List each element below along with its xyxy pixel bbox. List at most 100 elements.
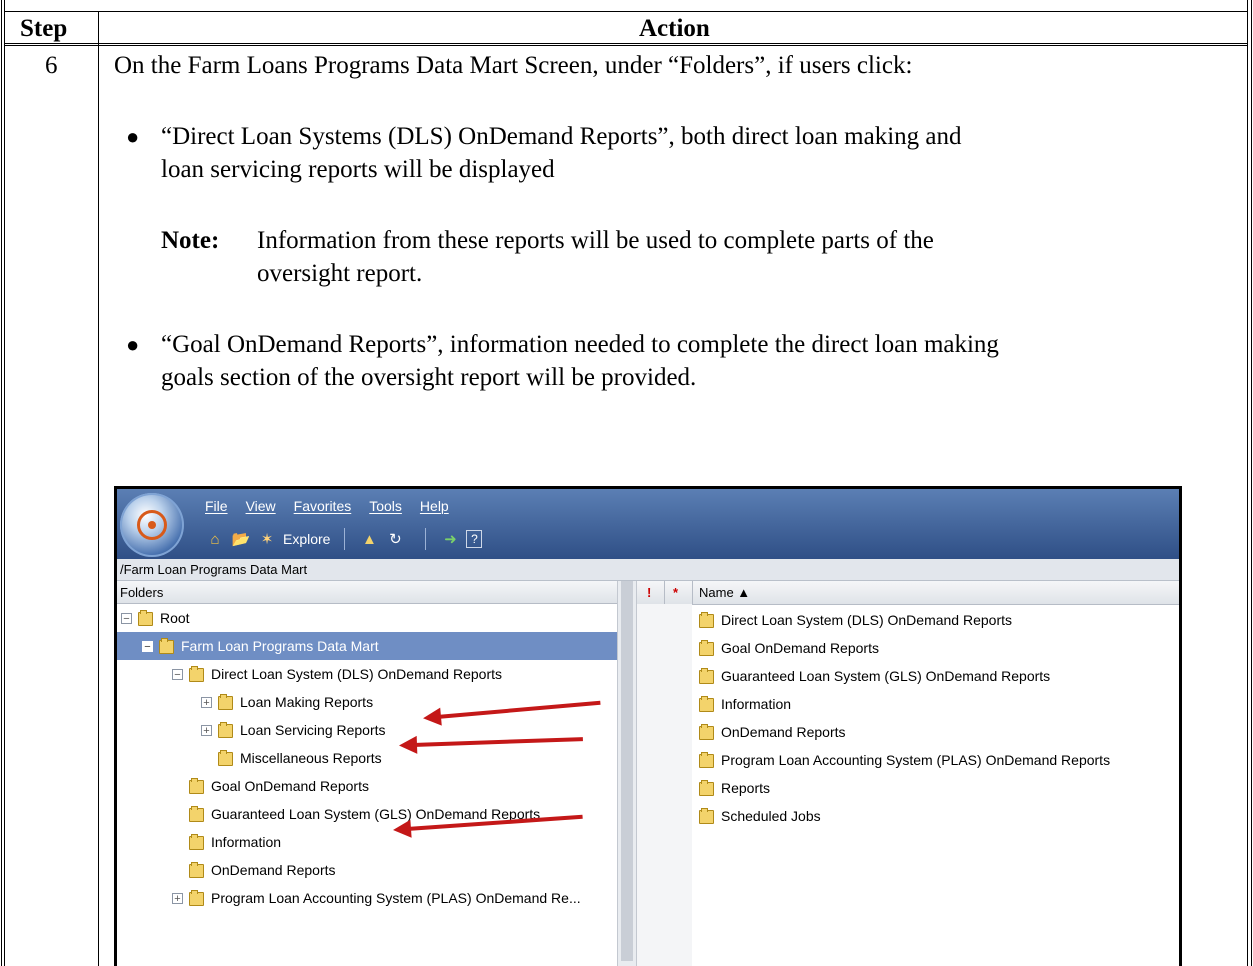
toolbar-separator: [344, 528, 346, 550]
priority-column-header[interactable]: !: [647, 581, 651, 604]
expand-icon[interactable]: +: [201, 724, 212, 736]
log-off-icon[interactable]: ➜: [440, 529, 460, 549]
tree-item-farm-loan-programs-data-mart[interactable]: − Farm Loan Programs Data Mart: [117, 632, 617, 660]
menu-help[interactable]: Help: [420, 498, 449, 514]
tree-item-ondemand-reports[interactable]: OnDemand Reports: [189, 856, 336, 884]
tree-item-loan-servicing-reports[interactable]: + Loan Servicing Reports: [201, 716, 386, 744]
tree-item-label: Loan Making Reports: [240, 694, 374, 710]
table-border-left: [1, 0, 5, 966]
help-icon[interactable]: ?: [466, 530, 483, 548]
folder-icon: [699, 779, 715, 797]
toolbar-separator: [425, 528, 427, 550]
folder-up-icon[interactable]: ▲: [359, 529, 379, 549]
bullet-2: ●: [126, 332, 140, 357]
folder-icon: [189, 777, 205, 795]
tree-item-label: Goal OnDemand Reports: [211, 778, 369, 794]
list-item-gls-ondemand-reports[interactable]: Guaranteed Loan System (GLS) OnDemand Re…: [699, 662, 1050, 690]
explore-button[interactable]: Explore: [283, 531, 330, 547]
note-label: Note:: [161, 227, 220, 254]
bullet-2-line-1: “Goal OnDemand Reports”, information nee…: [161, 331, 999, 358]
list-item-label: OnDemand Reports: [721, 724, 846, 740]
tree-item-label: Root: [160, 610, 190, 626]
list-item-information[interactable]: Information: [699, 690, 791, 718]
bullet-1-line-1: “Direct Loan Systems (DLS) OnDemand Repo…: [161, 123, 962, 150]
refresh-icon[interactable]: ↻: [385, 529, 405, 549]
bullet-2-line-2: goals section of the oversight report wi…: [161, 364, 697, 391]
tree-item-plas-ondemand-reports[interactable]: + Program Loan Accounting System (PLAS) …: [172, 884, 581, 912]
contents-pane: ! * Name ▲ Direct Loan System (DLS) OnDe…: [637, 581, 1179, 966]
folders-pane: Folders − Root − Farm Loan Programs Data…: [117, 581, 617, 966]
list-item-ondemand-reports[interactable]: OnDemand Reports: [699, 718, 846, 746]
list-item-label: Goal OnDemand Reports: [721, 640, 879, 656]
toolbar: ⌂ 📂 ✶ Explore ▲ ↻ ➜ ?: [205, 525, 488, 553]
tree-item-goal-ondemand-reports[interactable]: Goal OnDemand Reports: [189, 772, 369, 800]
step-number: 6: [45, 52, 58, 79]
table-border-right: [1247, 0, 1252, 966]
tree-item-label: Information: [211, 834, 282, 850]
tree-item-label: Miscellaneous Reports: [240, 750, 382, 766]
tree-item-information[interactable]: Information: [189, 828, 281, 856]
bullet-1-line-2: loan servicing reports will be displayed: [161, 156, 555, 183]
folder-icon: [189, 665, 205, 683]
list-item-label: Reports: [721, 780, 771, 796]
folders-scrollbar[interactable]: [617, 581, 637, 966]
tree-item-label: Program Loan Accounting System (PLAS) On…: [211, 890, 581, 906]
table-column-divider: [98, 11, 99, 966]
tree-item-loan-making-reports[interactable]: + Loan Making Reports: [201, 688, 373, 716]
tree-item-dls-ondemand-reports[interactable]: − Direct Loan System (DLS) OnDemand Repo…: [172, 660, 502, 688]
home-icon[interactable]: ⌂: [205, 529, 225, 549]
expand-icon[interactable]: +: [201, 696, 212, 708]
folder-icon: [138, 609, 154, 627]
header-action: Action: [639, 15, 710, 42]
list-header: ! * Name ▲: [637, 581, 1179, 605]
list-item-dls-ondemand-reports[interactable]: Direct Loan System (DLS) OnDemand Report…: [699, 606, 1012, 634]
expand-icon[interactable]: +: [172, 892, 183, 904]
collapse-icon[interactable]: −: [172, 668, 183, 680]
menu-tools[interactable]: Tools: [369, 498, 402, 514]
app-screenshot: File View Favorites Tools Help ⌂ 📂 ✶ Exp…: [114, 486, 1182, 966]
folder-icon: [218, 749, 234, 767]
folder-icon: [189, 833, 205, 851]
folder-icon: [699, 695, 715, 713]
menu-favorites[interactable]: Favorites: [294, 498, 352, 514]
app-logo-icon[interactable]: [120, 493, 184, 557]
note-line-1: Information from these reports will be u…: [257, 227, 934, 254]
tree-item-label: OnDemand Reports: [211, 862, 336, 878]
name-column-header[interactable]: Name ▲: [699, 581, 750, 604]
bullet-1: ●: [126, 124, 140, 149]
folder-icon: [189, 805, 205, 823]
list-item-label: Direct Loan System (DLS) OnDemand Report…: [721, 612, 1012, 628]
collapse-icon[interactable]: −: [121, 612, 132, 624]
tree-item-root[interactable]: − Root: [121, 604, 190, 632]
path-bar: /Farm Loan Programs Data Mart: [117, 559, 1179, 581]
open-folder-icon[interactable]: 📂: [231, 529, 251, 549]
folder-icon: [699, 723, 715, 741]
table-border-top: [5, 11, 1247, 12]
menu-view[interactable]: View: [246, 498, 276, 514]
list-item-label: Scheduled Jobs: [721, 808, 821, 824]
column-divider: [692, 581, 693, 604]
folder-icon: [699, 639, 715, 657]
list-item-plas-ondemand-reports[interactable]: Program Loan Accounting System (PLAS) On…: [699, 746, 1110, 774]
scroll-thumb[interactable]: [621, 581, 633, 961]
explore-icon[interactable]: ✶: [257, 529, 277, 549]
note-line-2: oversight report.: [257, 260, 423, 287]
folder-icon: [159, 637, 175, 655]
menu-file[interactable]: File: [205, 498, 228, 514]
folder-icon: [699, 807, 715, 825]
list-item-scheduled-jobs[interactable]: Scheduled Jobs: [699, 802, 821, 830]
list-gutter: [637, 604, 692, 966]
list-item-reports[interactable]: Reports: [699, 774, 770, 802]
tree-item-label: Direct Loan System (DLS) OnDemand Report…: [211, 666, 502, 682]
tree-item-miscellaneous-reports[interactable]: Miscellaneous Reports: [218, 744, 382, 772]
collapse-icon[interactable]: −: [142, 640, 153, 652]
folders-header: Folders: [117, 581, 617, 604]
table-header-divider: [5, 43, 1247, 46]
tree-item-label: Loan Servicing Reports: [240, 722, 386, 738]
app-title-bar: File View Favorites Tools Help ⌂ 📂 ✶ Exp…: [117, 489, 1179, 559]
folder-icon: [699, 751, 715, 769]
intro-text: On the Farm Loans Programs Data Mart Scr…: [114, 52, 913, 79]
column-divider: [664, 581, 665, 604]
list-item-goal-ondemand-reports[interactable]: Goal OnDemand Reports: [699, 634, 879, 662]
required-column-header[interactable]: *: [673, 581, 678, 604]
